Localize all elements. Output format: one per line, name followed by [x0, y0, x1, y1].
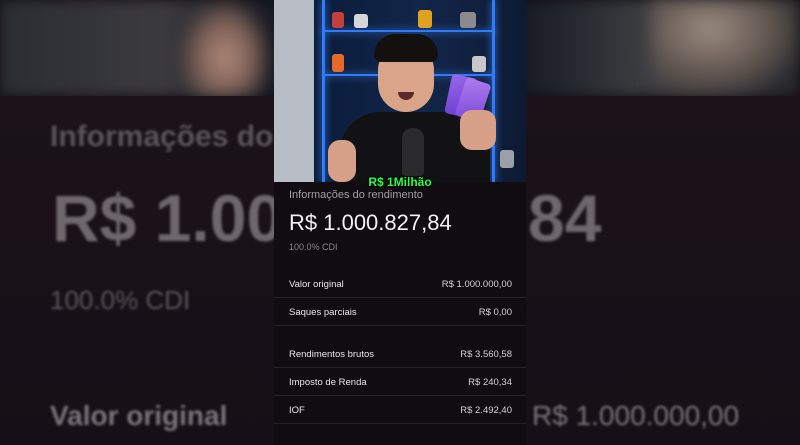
bg-heading-text: Informações do — [50, 120, 274, 153]
bg-cdi-text: 100.0% CDI — [50, 285, 191, 315]
video-caption: R$ 1Milhão — [368, 175, 432, 189]
neon-strip — [492, 0, 495, 182]
wristwatch — [500, 150, 514, 168]
row-label: Saques parciais — [289, 307, 357, 318]
bg-value-text: R$ 1.000.000,00 — [532, 400, 740, 431]
blurred-hand — [180, 0, 270, 96]
total-amount: R$ 1.000.827,84 — [289, 210, 452, 235]
row-value: R$ 1.000.000,00 — [441, 279, 512, 290]
list-item: Saques parciais R$ 0,00 — [274, 298, 526, 326]
neon-strip — [322, 30, 495, 32]
row-label: Rendimentos brutos — [289, 349, 375, 360]
row-label: IOF — [289, 405, 305, 416]
list-item: IOF R$ 2.492,40 — [274, 396, 526, 424]
list-item: Imposto de Renda R$ 240,34 — [274, 368, 526, 396]
row-label: Valor original — [289, 279, 344, 290]
cdi-rate: 100.0% CDI — [289, 242, 338, 252]
wall — [274, 0, 314, 182]
blurred-wrist — [650, 0, 800, 96]
bg-label-text: Valor original — [50, 400, 228, 431]
list-item: Rendimentos brutos R$ 3.560,58 — [274, 340, 526, 368]
section-title: Informações do rendimento — [289, 189, 423, 201]
list-item: Valor original R$ 1.000.000,00 — [274, 270, 526, 298]
holding-hand — [460, 110, 496, 150]
row-value: R$ 3.560,58 — [460, 349, 512, 360]
row-label: Imposto de Renda — [289, 377, 367, 388]
bg-amount-tail-text: 84 — [528, 181, 602, 255]
row-value: R$ 2.492,40 — [460, 405, 512, 416]
shelf-toy — [332, 54, 344, 72]
portrait-panel: R$ 1Milhão Informações do rendimento R$ … — [274, 0, 526, 445]
video-frame[interactable] — [274, 0, 526, 182]
row-value: R$ 0,00 — [478, 307, 512, 318]
microphone — [402, 128, 424, 176]
shelf-toy — [354, 14, 368, 28]
shelf-toy — [332, 12, 344, 28]
neon-strip — [322, 0, 325, 182]
shelf-toy — [418, 10, 432, 28]
person-hair — [374, 34, 438, 62]
row-value: R$ 240,34 — [468, 377, 512, 388]
shelf-toy — [472, 56, 486, 72]
shelf-toy — [460, 12, 476, 28]
